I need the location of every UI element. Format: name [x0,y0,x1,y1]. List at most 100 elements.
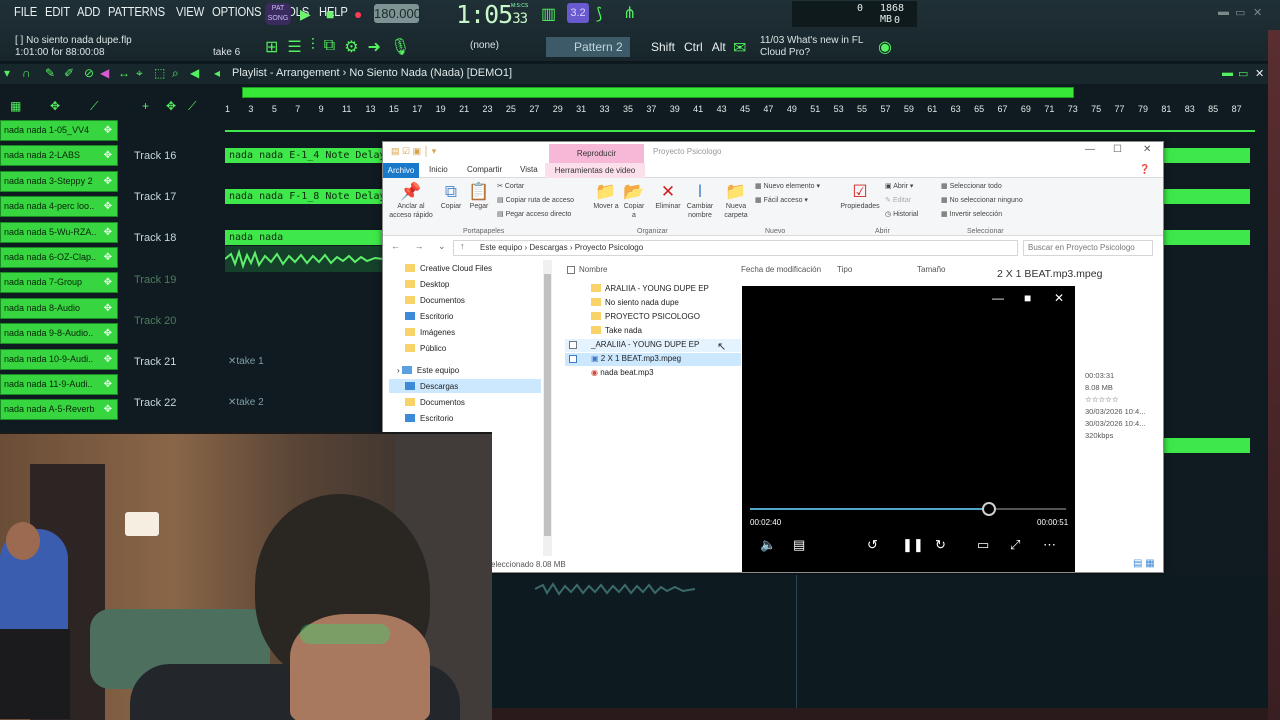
menu-patterns[interactable]: PATTERNS [108,5,165,19]
column-size[interactable]: Tamaño [917,265,945,274]
metronome-icon[interactable]: ⋔ [623,3,636,23]
select-all-checkbox[interactable] [567,266,575,274]
player-contextual-tab[interactable]: Reproducir [549,144,644,163]
more-options-icon[interactable]: ⋯ [1043,537,1056,553]
channel-item[interactable]: nada nada 1-05_VV4 [0,120,118,141]
ruler-icon-2[interactable]: ✥ [50,99,60,113]
nav-item[interactable]: Escritorio [405,312,453,321]
track-header[interactable]: Track 17 [134,191,176,203]
nav-item[interactable]: Desktop [405,280,449,289]
file-row[interactable]: ◉ nada beat.mp3 [591,368,654,377]
mixer-icon[interactable]: ⧉ [324,37,335,57]
tempo-display[interactable]: 180.000 [374,4,421,23]
shift-key[interactable]: Shift [651,40,675,54]
channel-item[interactable]: nada nada 4-perc loo.. [0,196,118,218]
tab-compartir[interactable]: Compartir [467,165,502,174]
player-minimize-icon[interactable]: — [992,291,1004,305]
channel-item[interactable]: nada nada 2-LABS [0,145,118,167]
record-icon[interactable]: ● [354,6,362,22]
column-type[interactable]: Tipo [837,265,852,274]
maximize-icon[interactable]: ▭ [1235,6,1245,19]
track-header[interactable]: Track 22 [134,397,176,409]
invert-selection-button[interactable]: ▦ Invertir selección [941,210,1002,218]
seek-handle[interactable] [982,502,997,516]
miniplayer-icon[interactable]: ▭ [977,537,989,553]
nav-item[interactable]: Creative Cloud Files [405,264,492,273]
delete-icon[interactable]: ⊘ [84,66,94,80]
stop-icon[interactable]: ■ [326,6,334,22]
paste-button[interactable]: 📋 Pegar [467,182,491,211]
row-checkbox-checked[interactable] [569,355,577,363]
take-clip[interactable]: ✕take 2 [228,397,264,408]
cut-button[interactable]: ✂ Cortar [497,182,524,190]
nav-scrollbar[interactable] [543,260,552,556]
seek-bar[interactable] [750,502,1066,516]
alt-key[interactable]: Alt [712,40,726,54]
wait-for-input-icon[interactable]: ⟆ [596,4,602,24]
close-icon[interactable]: ✕ [1253,6,1262,19]
select-all-button[interactable]: ▦ Seleccionar todo [941,182,1002,190]
file-row[interactable]: Take nada [591,326,642,335]
channel-item[interactable]: nada nada 7-Group [0,272,118,294]
help-icon[interactable]: ❓ [1139,164,1150,175]
search-input[interactable]: Buscar en Proyecto Psicologo [1023,240,1153,256]
track-header[interactable]: Track 19 [134,274,176,286]
menu-view[interactable]: VIEW [176,5,204,19]
file-row[interactable]: ARALIIA - YOUNG DUPE EP [591,284,709,293]
arrow-icon[interactable]: ➜ [368,37,381,57]
menu-file[interactable]: FILE [14,5,37,19]
skip-forward-30-icon[interactable]: ↻ [935,537,946,553]
copy-path-button[interactable]: ▤ Copiar ruta de acceso [497,196,574,204]
copy-to-button[interactable]: 📂 Copiar a [621,182,647,220]
row-checkbox[interactable] [569,341,577,349]
playback-icon[interactable]: ◀ [190,66,199,80]
easy-access-button[interactable]: ▦ Fácil acceso ▾ [755,196,808,204]
nav-item[interactable]: Descargas [405,382,458,391]
ctrl-key[interactable]: Ctrl [684,40,703,54]
track-header[interactable]: Track 20 [134,315,176,327]
new-item-button[interactable]: ▦ Nuevo elemento ▾ [755,182,820,190]
mode-badge[interactable]: 3.2 [567,3,589,23]
quick-access-icons[interactable]: ▤ ☑ ▣ │ ▾ [391,146,436,157]
player-maximize-icon[interactable]: ■ [1024,291,1031,305]
channel-item[interactable]: nada nada 5-Wu-RZA.. [0,221,118,243]
edit-button[interactable]: ✎ Editar [885,196,911,204]
pattern-clip[interactable]: nada nada F-1_8 Note Delay [225,189,383,204]
slice-icon[interactable]: ⌖ [136,66,143,81]
column-date[interactable]: Fecha de modificación [741,265,821,274]
pattern-clip-right[interactable] [1162,438,1250,453]
nav-item[interactable]: › Este equipo [397,366,459,375]
pattern-clip-right[interactable] [1162,148,1250,163]
tab-archivo[interactable]: Archivo [383,163,419,178]
paint-icon[interactable]: ✐ [64,66,74,80]
new-folder-button[interactable]: 📁 Nueva carpeta [721,182,751,220]
channel-item[interactable]: nada nada 6-OZ-Clap.. [0,246,118,268]
channel-item[interactable]: nada nada A-5-Reverb [0,399,118,421]
scroll-thumb[interactable] [544,274,551,536]
add-track-icon[interactable]: + [142,99,149,113]
magnet-icon[interactable]: ∩ [22,66,31,80]
snap-icon[interactable]: ✥ [166,99,176,113]
pause-icon[interactable]: ❚❚ [902,537,924,553]
tab-vista[interactable]: Vista [520,165,538,174]
player-close-icon[interactable]: ✕ [1054,291,1064,305]
mute-icon[interactable]: ◀ [100,66,109,80]
detail-rating[interactable]: ☆☆☆☆☆ [1085,394,1145,406]
playlist-icon[interactable]: ⊞ [265,37,278,57]
channel-rack-icon[interactable]: ⫶ [311,37,315,57]
ruler-icon-3[interactable]: ⟋ [90,99,98,114]
channel-item[interactable]: nada nada 11-9-Audi.. [0,373,118,395]
select-none-button[interactable]: ▦ No seleccionar ninguno [941,196,1023,204]
track-header[interactable]: Track 21 [134,356,176,368]
pl-close-icon[interactable]: ✕ [1255,67,1264,80]
zoom-icon[interactable]: ⌕ [172,66,179,81]
select-icon[interactable]: ⬚ [154,66,165,80]
link-icon[interactable]: ⟋ [188,99,196,114]
ex-close-icon[interactable]: ✕ [1143,144,1151,155]
delete-button[interactable]: ✕ Eliminar [653,182,683,211]
piano-roll-icon[interactable]: ☰ [287,37,301,57]
pl-minimize-icon[interactable]: ▬ [1222,67,1233,79]
song-overview-bar[interactable] [242,87,1074,98]
tab-herramientas-video[interactable]: Herramientas de video [545,163,645,178]
file-row[interactable]: _ARALIIA - YOUNG DUPE EP [591,340,699,349]
